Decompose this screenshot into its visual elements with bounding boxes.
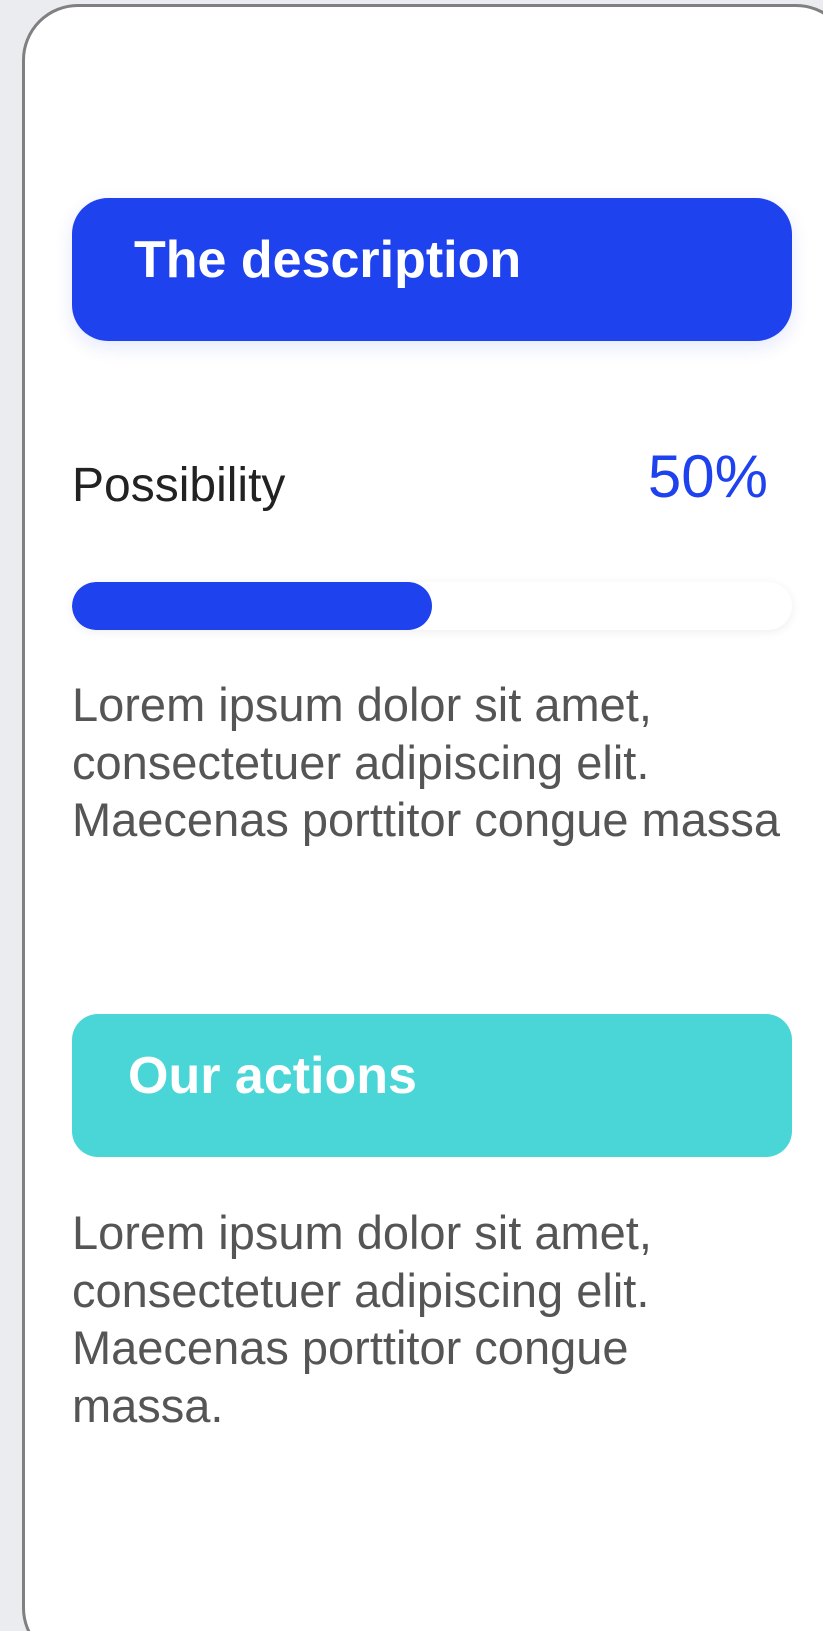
possibility-label: Possibility bbox=[72, 459, 286, 512]
actions-body-text: Lorem ipsum dolor sit amet, consectetuer… bbox=[72, 1206, 652, 1432]
description-body-text: Lorem ipsum dolor sit amet, consectetuer… bbox=[72, 678, 780, 846]
actions-header-label: Our actions bbox=[128, 1046, 417, 1105]
possibility-value: 50% bbox=[647, 443, 768, 510]
description-header: The description bbox=[72, 198, 792, 341]
actions-header: Our actions bbox=[72, 1014, 792, 1157]
description-header-label: The description bbox=[134, 230, 522, 289]
possibility-progress-fill bbox=[72, 582, 432, 630]
possibility-progress-bar bbox=[72, 582, 792, 630]
